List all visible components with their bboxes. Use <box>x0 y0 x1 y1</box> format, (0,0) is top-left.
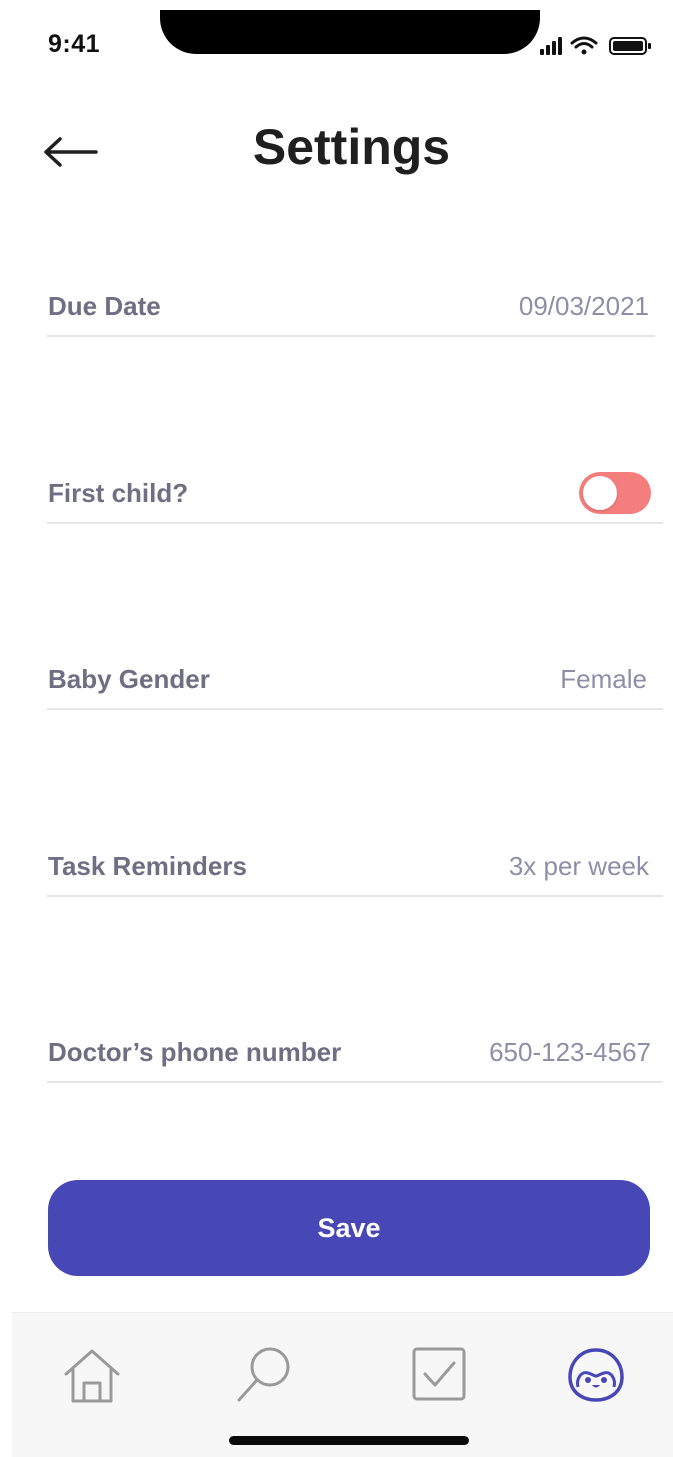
setting-label: Baby Gender <box>48 664 210 694</box>
home-icon <box>64 1349 120 1403</box>
penguin-icon <box>568 1348 624 1402</box>
search-icon <box>237 1347 290 1402</box>
status-icons <box>538 32 654 60</box>
status-time: 9:41 <box>48 30 101 58</box>
page-title: Settings <box>252 119 451 175</box>
tab-home[interactable] <box>60 1343 124 1407</box>
settings-screen: 9:41 Settings Due Date 09/03/2021 First … <box>0 0 673 1457</box>
setting-row-first-child: First child? <box>47 462 663 524</box>
setting-row-baby-gender[interactable]: Baby Gender Female <box>47 648 663 710</box>
setting-label: Due Date <box>48 291 161 321</box>
setting-value: 650-123-4567 <box>489 1037 651 1067</box>
setting-label: Doctor’s phone number <box>48 1037 342 1067</box>
signal-icon <box>540 37 562 55</box>
toggle-knob <box>583 476 617 510</box>
tab-search[interactable] <box>234 1343 298 1407</box>
tab-tasks[interactable] <box>408 1343 472 1407</box>
setting-value: 09/03/2021 <box>518 291 649 321</box>
first-child-toggle[interactable] <box>579 472 651 514</box>
wifi-icon <box>570 36 598 55</box>
tab-profile[interactable] <box>564 1343 628 1407</box>
setting-label: First child? <box>48 478 189 508</box>
save-button[interactable]: Save <box>48 1180 650 1276</box>
home-indicator <box>229 1436 469 1445</box>
setting-value: Female <box>560 664 647 694</box>
setting-row-doctor-phone[interactable]: Doctor’s phone number 650-123-4567 <box>47 1021 663 1083</box>
setting-row-task-reminders[interactable]: Task Reminders 3x per week <box>47 835 663 897</box>
setting-label: Task Reminders <box>48 851 247 881</box>
battery-icon <box>609 37 651 55</box>
checkbox-icon <box>412 1347 466 1401</box>
setting-row-due-date[interactable]: Due Date 09/03/2021 <box>47 275 655 337</box>
setting-value: 3x per week <box>508 851 649 881</box>
device-notch <box>160 10 540 54</box>
